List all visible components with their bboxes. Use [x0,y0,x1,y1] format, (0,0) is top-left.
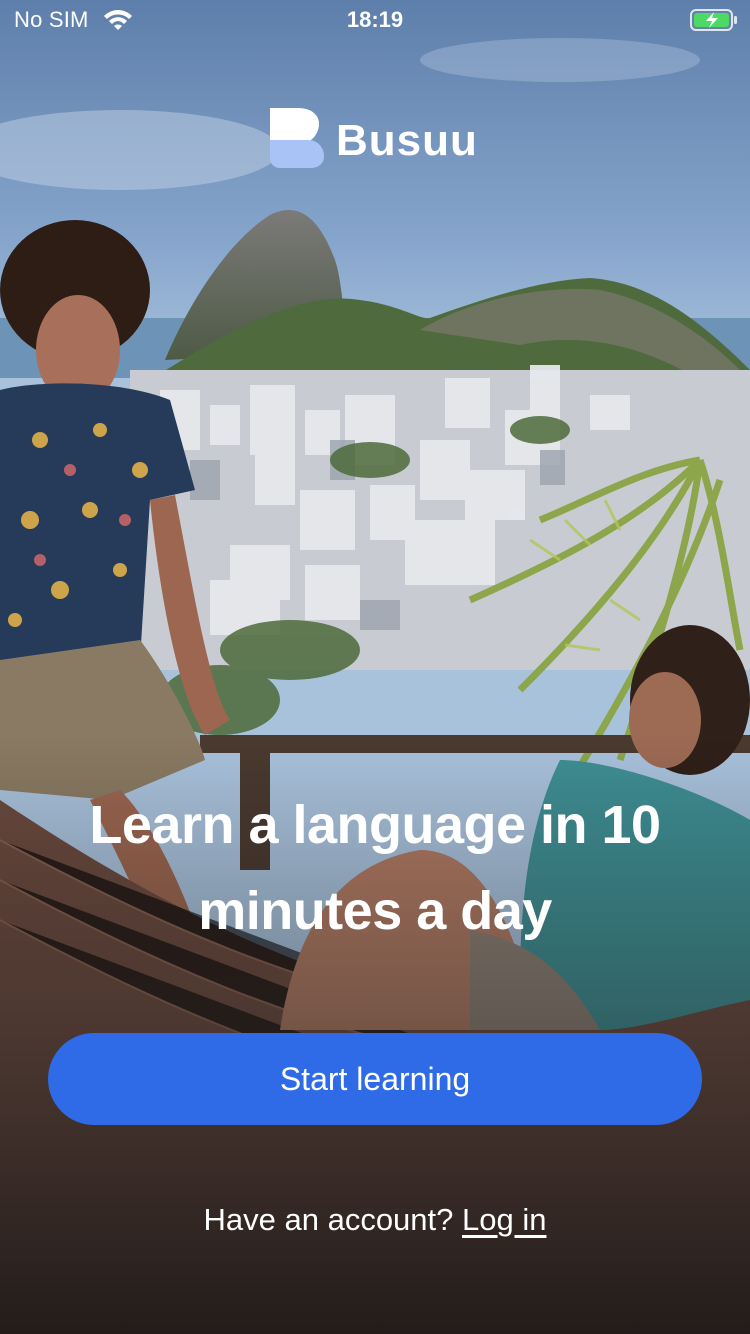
start-learning-button[interactable]: Start learning [48,1033,702,1125]
busuu-logo-icon [270,108,324,168]
battery-charging-icon [690,9,737,31]
clock: 18:19 [346,7,404,32]
login-link[interactable]: Log in [462,1202,546,1237]
brand-name: Busuu [336,116,478,165]
hero-headline: Learn a language in 10 minutes a day [20,782,730,954]
account-prompt-text: Have an account? [203,1202,463,1237]
headline-line-2: minutes a day [198,881,552,941]
status-bar: No SIM 18:19 [0,0,750,40]
login-prompt: Have an account? Log in [0,1202,750,1238]
background-photo [0,0,750,1334]
welcome-screen: No SIM 18:19 Busuu Learn a language in 1… [0,0,750,1334]
headline-line-1: Learn a language in 10 [89,795,661,855]
busuu-logo: Busuu [268,106,488,170]
